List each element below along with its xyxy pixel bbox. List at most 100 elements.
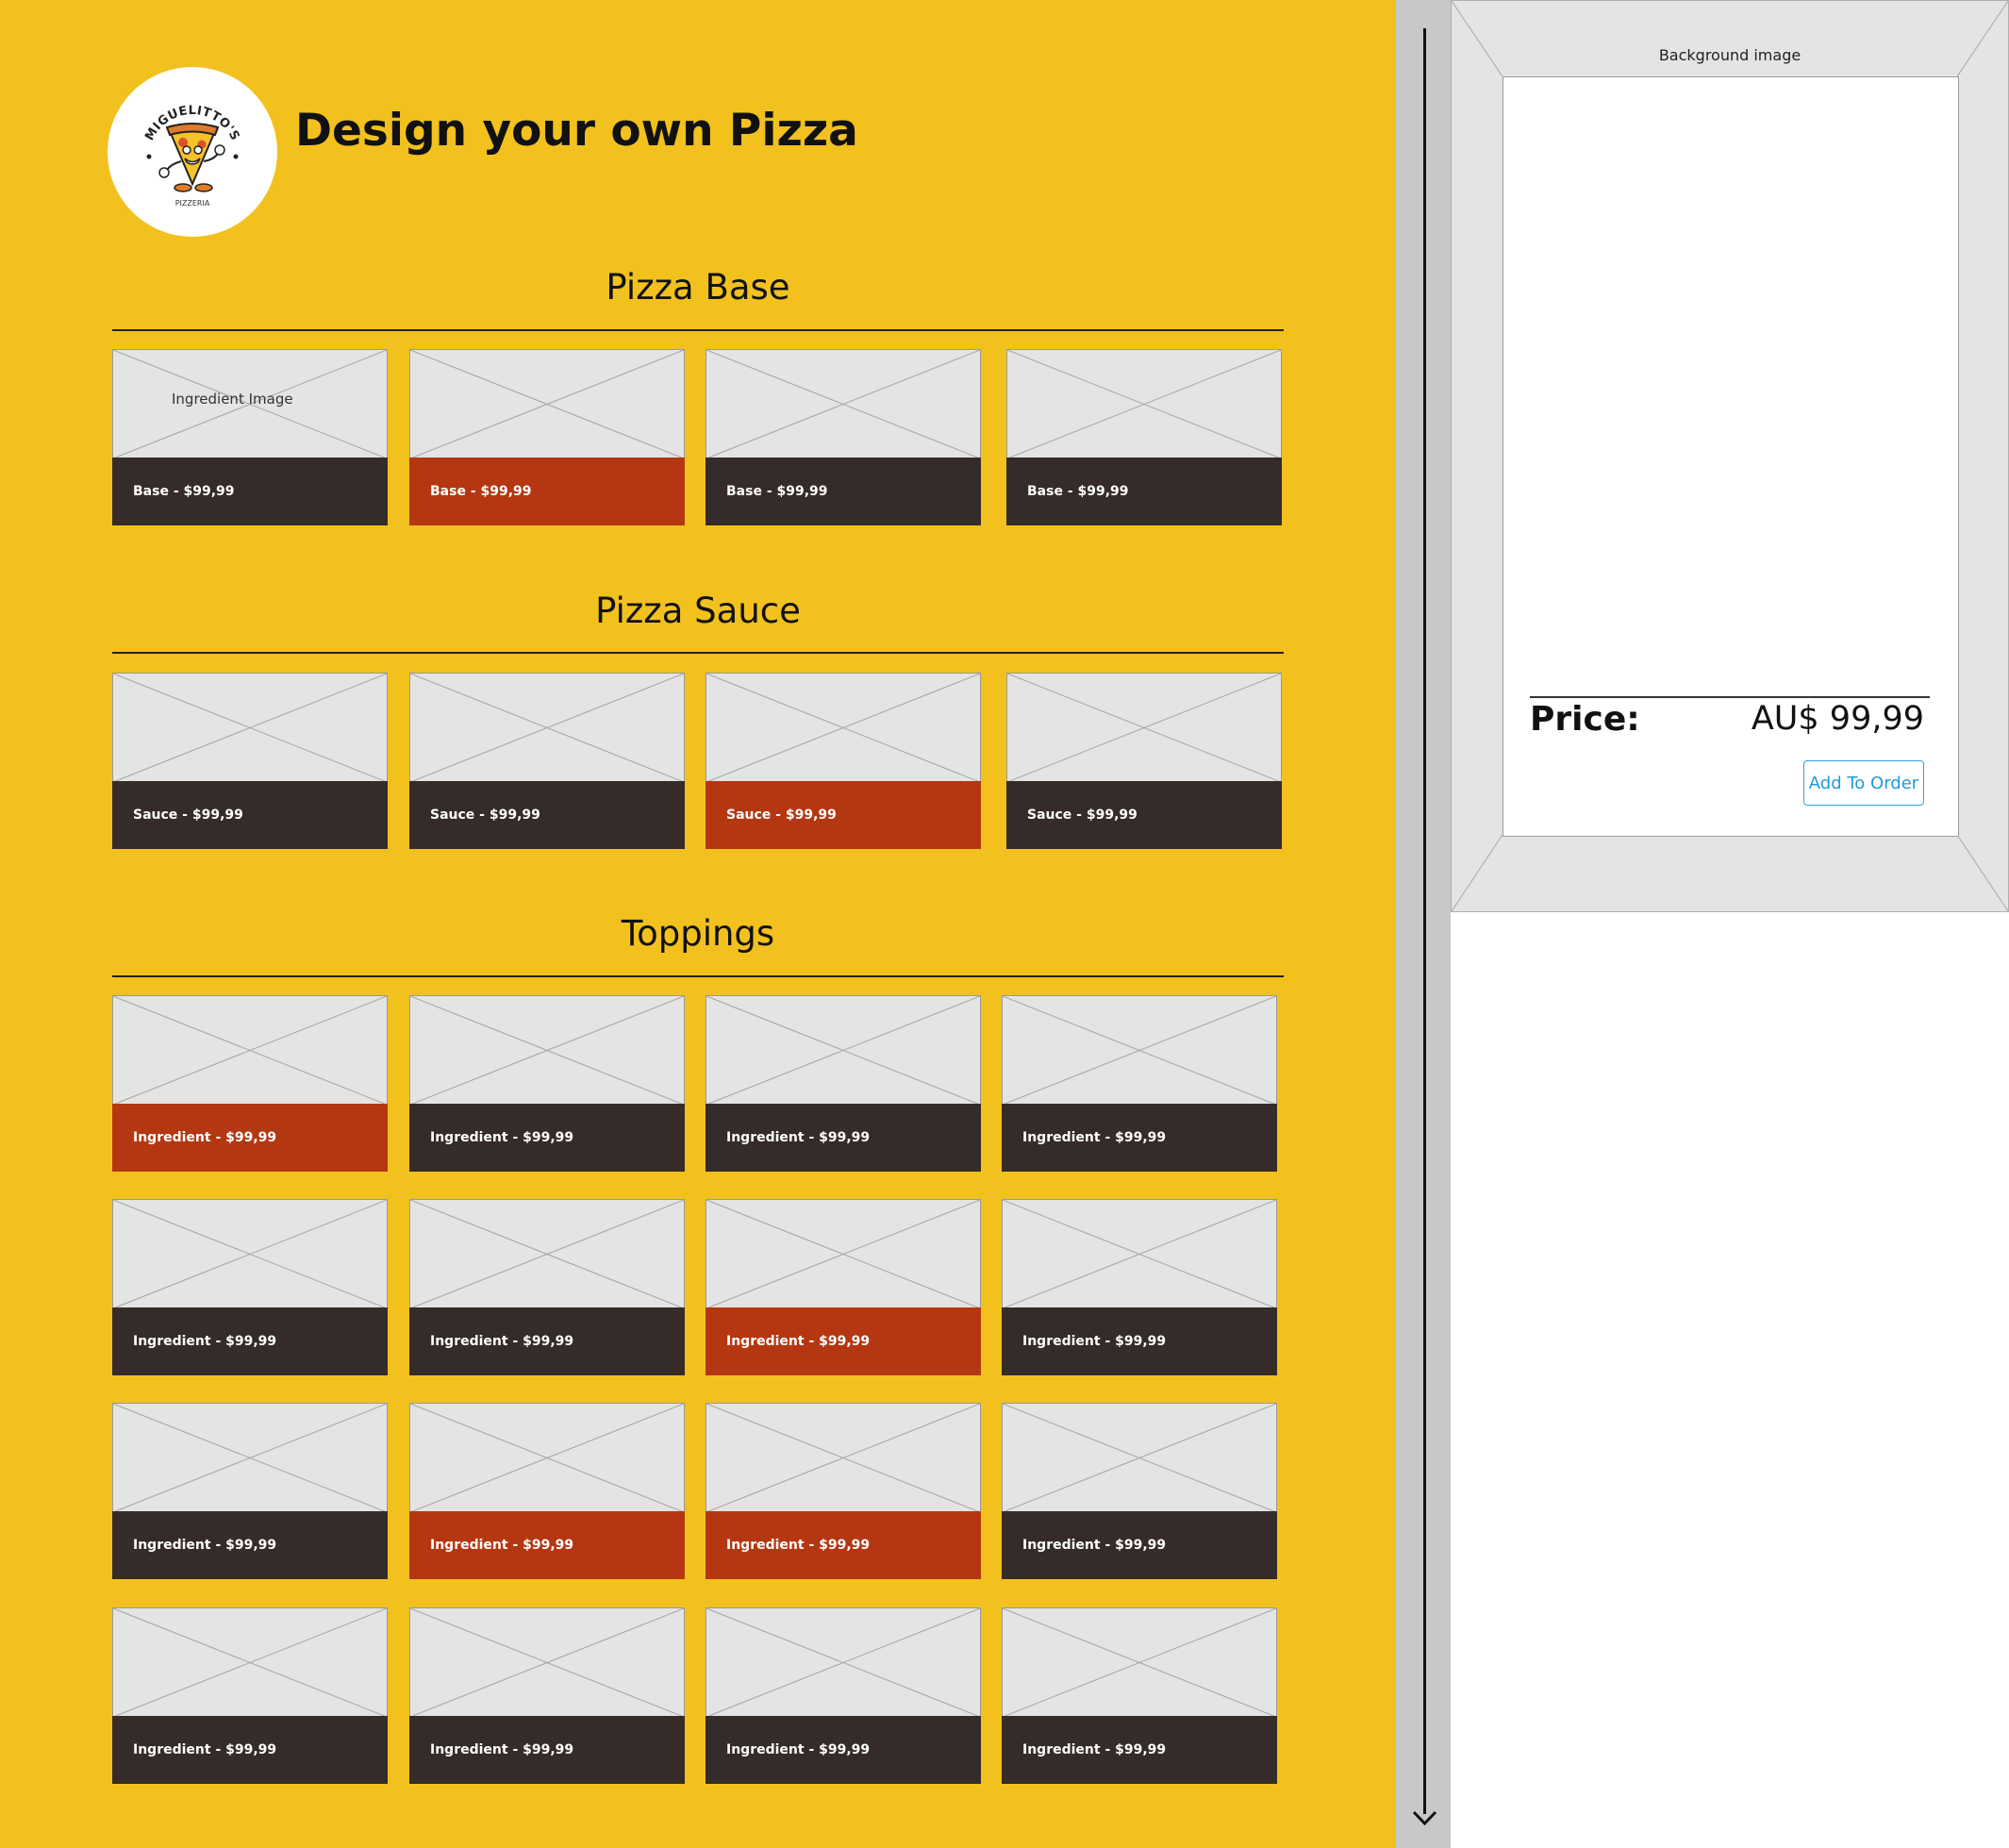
card-label: Ingredient - $99,99 (133, 1130, 277, 1145)
section-title-toppings: Toppings (621, 913, 775, 954)
card-label: Ingredient - $99,99 (1022, 1130, 1167, 1145)
card-label-bar: Ingredient - $99,99 (409, 1104, 685, 1172)
section-divider (112, 329, 1284, 331)
page-title: Design your own Pizza (295, 105, 858, 157)
sauce-card[interactable]: Sauce - $99,99 (706, 673, 981, 849)
ingredient-image-placeholder (410, 1200, 684, 1308)
ingredient-image-placeholder (410, 674, 684, 782)
scroll-track-line (1423, 28, 1426, 1814)
card-label: Base - $99,99 (726, 484, 828, 499)
card-label: Base - $99,99 (430, 484, 532, 499)
topping-card[interactable]: Ingredient - $99,99 (1002, 1607, 1277, 1784)
section-title-pizza-base: Pizza Base (606, 267, 790, 308)
topping-card[interactable]: Ingredient - $99,99 (409, 1403, 685, 1579)
topping-card[interactable]: Ingredient - $99,99 (112, 1607, 388, 1784)
ingredient-image-placeholder (113, 1200, 387, 1308)
card-label: Ingredient - $99,99 (726, 1538, 871, 1553)
price-card: Price: AU$ 99,99 Add To Order (1503, 76, 1959, 837)
card-label-bar: Base - $99,99 (1006, 458, 1282, 525)
card-label-bar: Ingredient - $99,99 (706, 1104, 981, 1172)
topping-card[interactable]: Ingredient - $99,99 (1002, 995, 1277, 1172)
ingredient-image-placeholder (113, 674, 387, 782)
card-label: Ingredient - $99,99 (726, 1334, 871, 1349)
ingredient-image-placeholder (410, 1608, 684, 1717)
ingredient-image-placeholder (1003, 1404, 1276, 1512)
ingredient-image-placeholder (706, 1200, 980, 1308)
card-label: Ingredient - $99,99 (430, 1538, 574, 1553)
card-label-bar: Sauce - $99,99 (706, 781, 981, 849)
ingredient-image-label: Ingredient Image (172, 391, 293, 408)
card-label-bar: Ingredient - $99,99 (112, 1307, 388, 1375)
card-label-bar: Ingredient - $99,99 (409, 1716, 685, 1784)
card-label: Ingredient - $99,99 (726, 1130, 871, 1145)
card-label-bar: Ingredient - $99,99 (706, 1307, 981, 1375)
price-label: Price: (1530, 700, 1640, 739)
ingredient-image-placeholder (410, 1404, 684, 1512)
card-label: Ingredient - $99,99 (430, 1334, 574, 1349)
pizzeria-logo: MIGUELITTO'S PIZZERIA (108, 67, 277, 237)
card-label-bar: Ingredient - $99,99 (1002, 1104, 1277, 1172)
topping-card[interactable]: Ingredient - $99,99 (409, 995, 685, 1172)
card-label: Base - $99,99 (133, 484, 235, 499)
card-label: Sauce - $99,99 (1027, 807, 1137, 823)
topping-card[interactable]: Ingredient - $99,99 (706, 1607, 981, 1784)
topping-card[interactable]: Ingredient - $99,99 (1002, 1199, 1277, 1375)
base-card[interactable]: Base - $99,99 (409, 349, 685, 525)
ingredient-image-placeholder (706, 350, 980, 458)
vertical-scrollbar[interactable] (1396, 0, 1451, 1848)
sauce-card[interactable]: Sauce - $99,99 (1006, 673, 1282, 849)
card-label-bar: Sauce - $99,99 (1006, 781, 1282, 849)
topping-card[interactable]: Ingredient - $99,99 (706, 1199, 981, 1375)
topping-card[interactable]: Ingredient - $99,99 (409, 1607, 685, 1784)
topping-card[interactable]: Ingredient - $99,99 (1002, 1403, 1277, 1579)
pizza-mascot-icon: MIGUELITTO'S PIZZERIA (142, 104, 241, 208)
card-label: Base - $99,99 (1027, 484, 1129, 499)
price-divider (1530, 696, 1930, 698)
card-label: Ingredient - $99,99 (133, 1742, 277, 1757)
ingredient-image-placeholder (113, 1608, 387, 1717)
card-label: Sauce - $99,99 (133, 807, 243, 823)
topping-card[interactable]: Ingredient - $99,99 (706, 1403, 981, 1579)
card-label-bar: Ingredient - $99,99 (1002, 1511, 1277, 1579)
topping-card[interactable]: Ingredient - $99,99 (706, 995, 981, 1172)
base-card[interactable]: Ingredient Image Base - $99,99 (112, 349, 388, 525)
card-label-bar: Base - $99,99 (706, 458, 981, 525)
base-card[interactable]: Base - $99,99 (1006, 349, 1282, 525)
scroll-down-arrow-icon[interactable] (1411, 1799, 1438, 1826)
base-card[interactable]: Base - $99,99 (706, 349, 981, 525)
ingredient-image-placeholder (410, 996, 684, 1105)
background-image-label: Background image (1658, 46, 1801, 64)
ingredient-image-placeholder (706, 1404, 980, 1512)
ingredient-image-placeholder (113, 1404, 387, 1512)
card-label-bar: Ingredient - $99,99 (112, 1716, 388, 1784)
topping-card[interactable]: Ingredient - $99,99 (112, 1199, 388, 1375)
card-label-bar: Ingredient - $99,99 (706, 1716, 981, 1784)
card-label-bar: Sauce - $99,99 (112, 781, 388, 849)
sauce-card[interactable]: Sauce - $99,99 (409, 673, 685, 849)
ingredient-image-placeholder (113, 996, 387, 1105)
card-label-bar: Base - $99,99 (409, 458, 685, 525)
card-label-bar: Base - $99,99 (112, 458, 388, 525)
order-summary-panel: Background image Price: AU$ 99,99 Add To… (1451, 0, 2009, 912)
card-label-bar: Ingredient - $99,99 (409, 1511, 685, 1579)
card-label: Ingredient - $99,99 (133, 1538, 277, 1553)
sauce-card[interactable]: Sauce - $99,99 (112, 673, 388, 849)
card-label: Ingredient - $99,99 (133, 1334, 277, 1349)
topping-card[interactable]: Ingredient - $99,99 (409, 1199, 685, 1375)
add-to-order-button[interactable]: Add To Order (1803, 760, 1924, 806)
card-label: Ingredient - $99,99 (1022, 1334, 1167, 1349)
ingredient-image-placeholder (1003, 1200, 1276, 1308)
card-label-bar: Ingredient - $99,99 (112, 1511, 388, 1579)
builder-panel: MIGUELITTO'S PIZZERIA Design your own Pi… (0, 0, 1396, 1848)
topping-card[interactable]: Ingredient - $99,99 (112, 995, 388, 1172)
topping-card[interactable]: Ingredient - $99,99 (112, 1403, 388, 1579)
ingredient-image-placeholder (1007, 350, 1281, 458)
ingredient-image-placeholder (410, 350, 684, 458)
price-value: AU$ 99,99 (1751, 700, 1924, 738)
card-label: Ingredient - $99,99 (430, 1130, 574, 1145)
card-label-bar: Ingredient - $99,99 (1002, 1307, 1277, 1375)
card-label: Sauce - $99,99 (430, 807, 540, 823)
card-label-bar: Ingredient - $99,99 (1002, 1716, 1277, 1784)
ingredient-image-placeholder (1007, 674, 1281, 782)
card-label-bar: Ingredient - $99,99 (409, 1307, 685, 1375)
